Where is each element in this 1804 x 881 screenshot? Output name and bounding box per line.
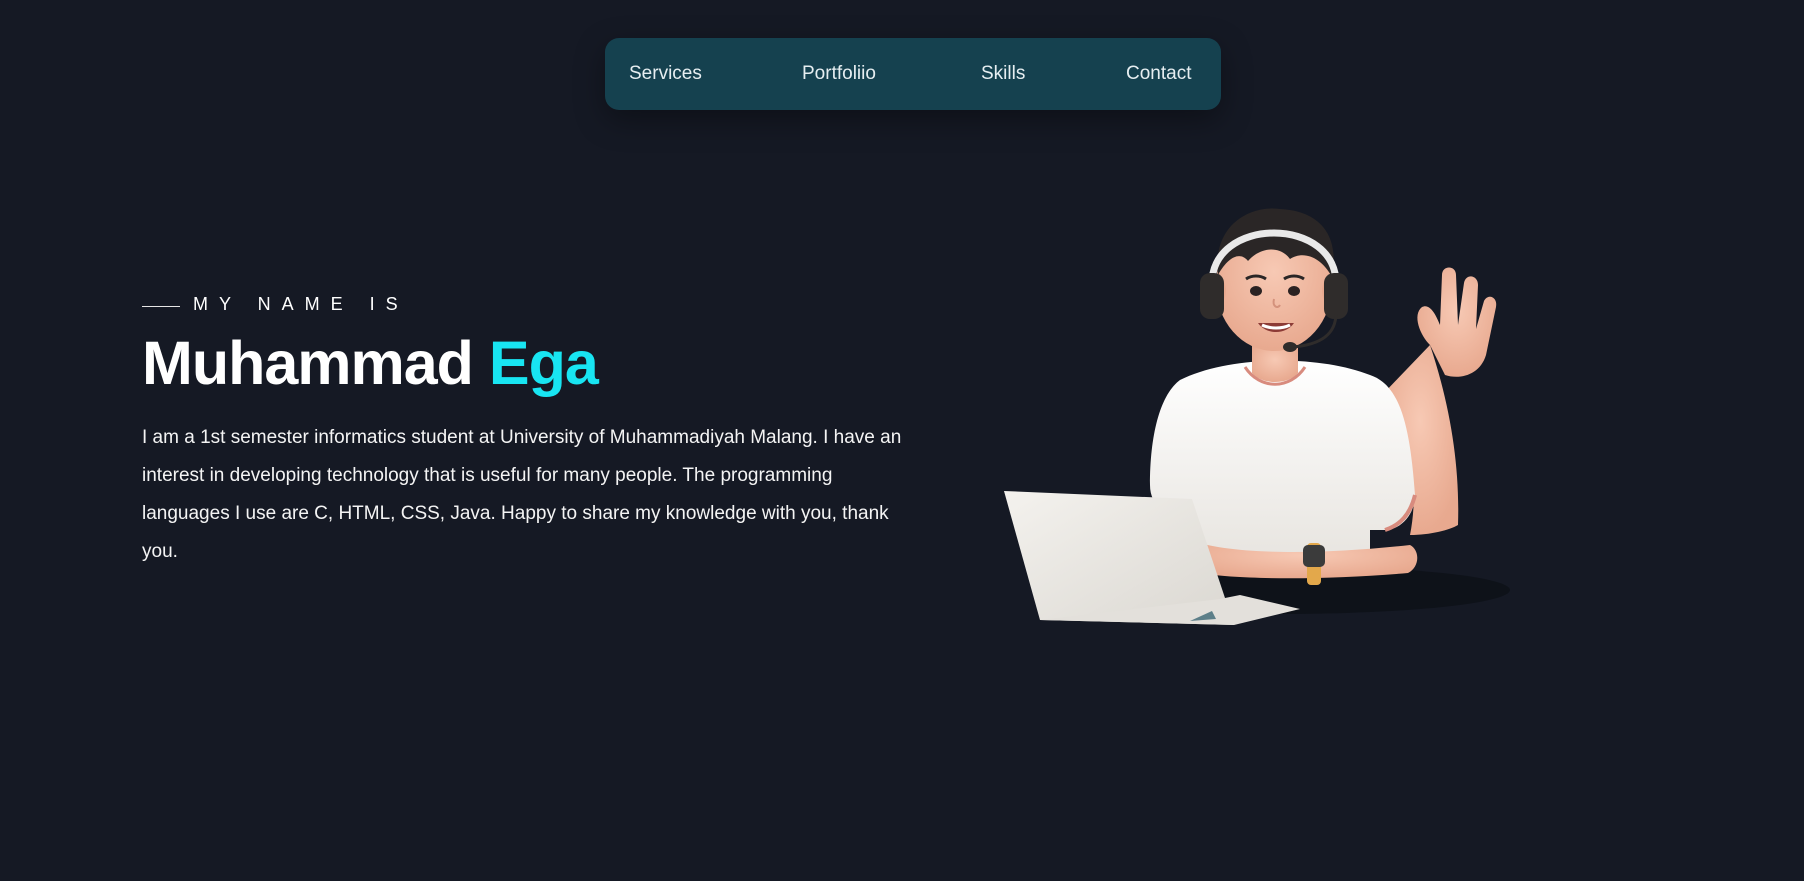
nav-link-contact[interactable]: Contact [1126, 38, 1191, 110]
top-navigation: Services Portfoliio Skills Contact [605, 38, 1221, 110]
intro-label: MY NAME IS [193, 294, 409, 314]
nav-link-services[interactable]: Services [629, 38, 702, 110]
hero-name: Muhammad Ega [142, 329, 599, 397]
hero-first-name: Muhammad [142, 329, 474, 397]
hero-last-name: Ega [488, 329, 599, 397]
nav-link-portfolio[interactable]: Portfoliio [802, 38, 876, 110]
waving-person-with-laptop-illustration [990, 195, 1550, 655]
nav-link-skills[interactable]: Skills [981, 38, 1025, 110]
intro-divider-line [142, 306, 180, 307]
hero-bio: I am a 1st semester informatics student … [142, 427, 902, 562]
